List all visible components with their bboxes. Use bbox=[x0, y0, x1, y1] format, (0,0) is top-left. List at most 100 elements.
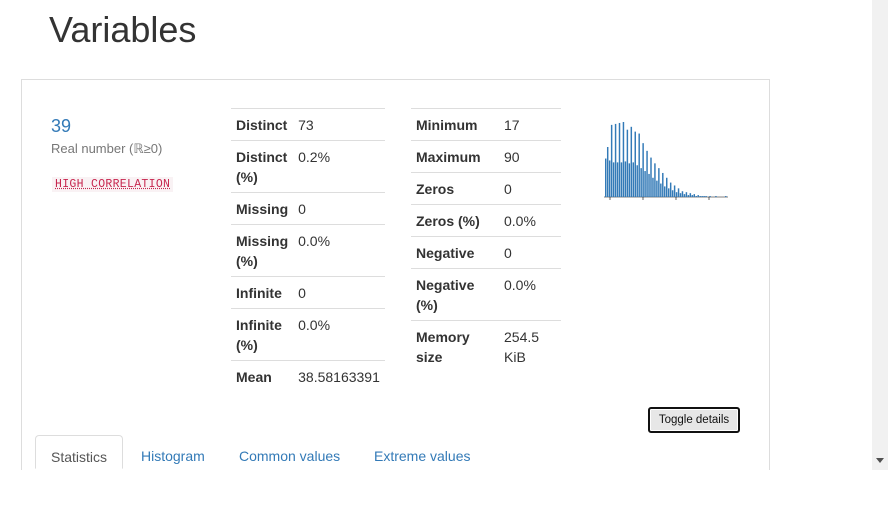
histogram-bar bbox=[689, 193, 692, 197]
stat-key: Distinct (%) bbox=[231, 140, 294, 193]
scroll-down-arrow-icon[interactable] bbox=[876, 458, 884, 463]
stats-table-right: Minimum 17 Maximum 90 Zeros 0 Zeros (%) 0.0%… bbox=[411, 108, 561, 372]
stats-table-left: Distinct 73 Distinct (%) 0.2% Missing 0 Mis… bbox=[231, 108, 385, 392]
stat-value: 73 bbox=[293, 108, 385, 141]
stat-key: Mean bbox=[231, 360, 294, 392]
stat-key: Distinct bbox=[231, 108, 294, 141]
histogram-bar bbox=[650, 157, 652, 197]
mini-histogram bbox=[604, 122, 728, 200]
table-row: Negative (%) 0.0% bbox=[411, 268, 561, 321]
variable-type: Real number (ℝ≥0) bbox=[51, 141, 163, 156]
stat-value: 0.2% bbox=[293, 140, 385, 193]
stat-value: 254.5 KiB bbox=[499, 320, 561, 372]
histogram-bar bbox=[628, 163, 631, 197]
page-footer-blank bbox=[0, 470, 894, 512]
histogram-bar bbox=[630, 126, 633, 197]
histogram-bar bbox=[654, 163, 656, 197]
stat-key: Minimum bbox=[411, 108, 499, 141]
table-row: Missing (%) 0.0% bbox=[231, 224, 385, 277]
histogram-bar bbox=[646, 150, 648, 197]
tab-extreme-values[interactable]: Extreme values bbox=[374, 435, 470, 469]
histogram-bar bbox=[644, 171, 646, 197]
histogram-bar bbox=[652, 177, 654, 197]
table-row: Distinct 73 bbox=[231, 108, 385, 141]
stat-key: Zeros bbox=[411, 172, 499, 205]
histogram-bar bbox=[699, 196, 701, 197]
histogram-bar bbox=[648, 173, 650, 197]
histogram-bar bbox=[677, 188, 680, 197]
histogram-bar bbox=[632, 162, 635, 197]
histogram-bar bbox=[606, 147, 609, 197]
stat-value: 0.0% bbox=[293, 224, 385, 277]
table-row: Mean 38.58163391 bbox=[231, 360, 385, 392]
histogram-bar bbox=[683, 194, 686, 197]
table-row: Memory size 254.5 KiB bbox=[411, 320, 561, 372]
stat-key: Maximum bbox=[411, 140, 499, 173]
high-correlation-badge[interactable]: HIGH CORRELATION bbox=[52, 177, 174, 192]
histogram-bar bbox=[656, 180, 658, 197]
table-row: Infinite (%) 0.0% bbox=[231, 308, 385, 361]
stat-key: Missing (%) bbox=[231, 224, 294, 277]
histogram-bar bbox=[608, 160, 611, 197]
histogram-bar bbox=[667, 188, 670, 197]
stat-value: 0 bbox=[499, 172, 561, 205]
table-row: Distinct (%) 0.2% bbox=[231, 140, 385, 193]
histogram-bar bbox=[679, 193, 682, 197]
histogram-bar bbox=[624, 161, 627, 197]
histogram-bar bbox=[622, 122, 625, 197]
table-row: Negative 0 bbox=[411, 236, 561, 269]
histogram-bar bbox=[681, 191, 684, 197]
histogram-bar bbox=[671, 190, 674, 197]
histogram-bar bbox=[691, 195, 694, 197]
histogram-bar bbox=[685, 192, 688, 197]
stat-key: Memory size bbox=[411, 320, 499, 372]
histogram-bar bbox=[662, 172, 664, 197]
histogram-bar bbox=[618, 122, 621, 197]
scrollbar[interactable] bbox=[872, 0, 888, 470]
histogram-bar bbox=[620, 162, 623, 197]
table-row: Zeros 0 bbox=[411, 172, 561, 205]
toggle-details-button[interactable]: Toggle details bbox=[648, 407, 740, 433]
histogram-bar bbox=[660, 183, 662, 197]
table-row: Zeros (%) 0.0% bbox=[411, 204, 561, 237]
histogram-bar bbox=[725, 196, 727, 197]
stat-value: 17 bbox=[499, 108, 561, 141]
histogram-bar bbox=[697, 195, 699, 197]
table-row: Missing 0 bbox=[231, 192, 385, 225]
histogram-bar bbox=[640, 168, 642, 197]
stat-value: 0.0% bbox=[499, 268, 561, 321]
histogram-bar bbox=[642, 143, 644, 197]
histogram-bar bbox=[705, 196, 707, 197]
stat-value: 90 bbox=[499, 140, 561, 173]
stat-key: Infinite (%) bbox=[231, 308, 294, 361]
variable-name-link[interactable]: 39 bbox=[51, 116, 71, 137]
stat-value: 0.0% bbox=[293, 308, 385, 361]
histogram-bar bbox=[614, 123, 617, 197]
table-row: Minimum 17 bbox=[411, 108, 561, 141]
histogram-bar bbox=[616, 162, 619, 197]
table-row: Infinite 0 bbox=[231, 276, 385, 309]
stat-value: 38.58163391 bbox=[293, 360, 385, 392]
tab-statistics[interactable]: Statistics bbox=[35, 435, 124, 469]
page-title: Variables bbox=[49, 9, 197, 50]
histogram-bar bbox=[664, 186, 666, 197]
stat-key: Missing bbox=[231, 192, 294, 225]
stat-key: Negative (%) bbox=[411, 268, 499, 321]
table-row: Maximum 90 bbox=[411, 140, 561, 173]
stat-value: 0 bbox=[293, 192, 385, 225]
histogram-bar bbox=[687, 195, 690, 197]
tab-common-values[interactable]: Common values bbox=[239, 435, 340, 469]
histogram-bar bbox=[636, 165, 638, 197]
histogram-bar bbox=[675, 192, 678, 197]
histogram-bar bbox=[695, 196, 697, 197]
histogram-bar bbox=[658, 168, 660, 197]
histogram-bar bbox=[693, 194, 696, 197]
stat-key: Negative bbox=[411, 236, 499, 269]
histogram-bar bbox=[612, 162, 615, 197]
histogram-bar bbox=[610, 124, 613, 197]
tab-histogram[interactable]: Histogram bbox=[141, 435, 205, 469]
histogram-bar bbox=[703, 196, 705, 197]
histogram-bar bbox=[638, 133, 640, 197]
stat-key: Infinite bbox=[231, 276, 294, 309]
histogram-bar bbox=[701, 196, 703, 197]
